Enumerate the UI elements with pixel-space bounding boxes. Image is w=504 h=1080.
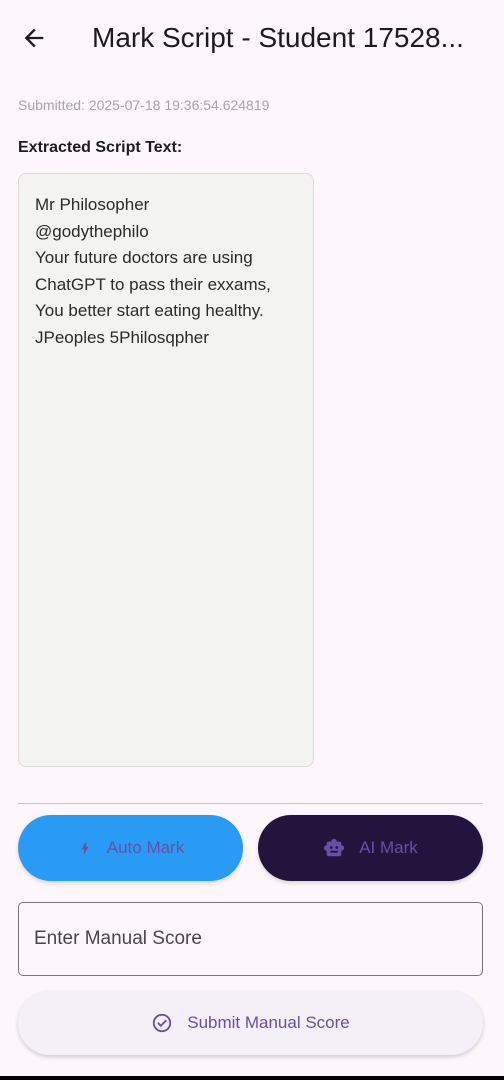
app-bar: Mark Script - Student 17528... <box>0 0 504 76</box>
arrow-left-icon <box>24 28 44 48</box>
back-button[interactable] <box>14 18 54 58</box>
robot-icon <box>324 838 345 857</box>
mark-script-screen: Mark Script - Student 17528... Submitted… <box>0 0 504 1080</box>
bolt-icon <box>81 842 89 854</box>
ai-mark-button[interactable]: AI Mark <box>258 815 483 881</box>
ai-mark-label: AI Mark <box>359 838 418 857</box>
submit-manual-score-button[interactable]: Submit Manual Score <box>18 991 483 1055</box>
page-title: Mark Script - Student 17528... <box>92 22 464 53</box>
submitted-timestamp: Submitted: 2025-07-18 19:36:54.624819 <box>18 97 270 113</box>
extracted-script-box: Mr Philosopher @godythephilo Your future… <box>18 173 314 767</box>
auto-mark-label: Auto Mark <box>106 838 185 857</box>
divider <box>18 803 483 804</box>
auto-mark-button[interactable]: Auto Mark <box>18 815 243 881</box>
system-bottom-bar <box>0 1076 504 1080</box>
check-circle-icon <box>153 1013 172 1033</box>
extracted-script-text: Mr Philosopher @godythephilo Your future… <box>35 195 271 347</box>
extracted-text-label: Extracted Script Text: <box>18 139 183 156</box>
submit-manual-score-label: Submit Manual Score <box>187 1013 350 1032</box>
manual-score-input[interactable] <box>18 902 483 976</box>
